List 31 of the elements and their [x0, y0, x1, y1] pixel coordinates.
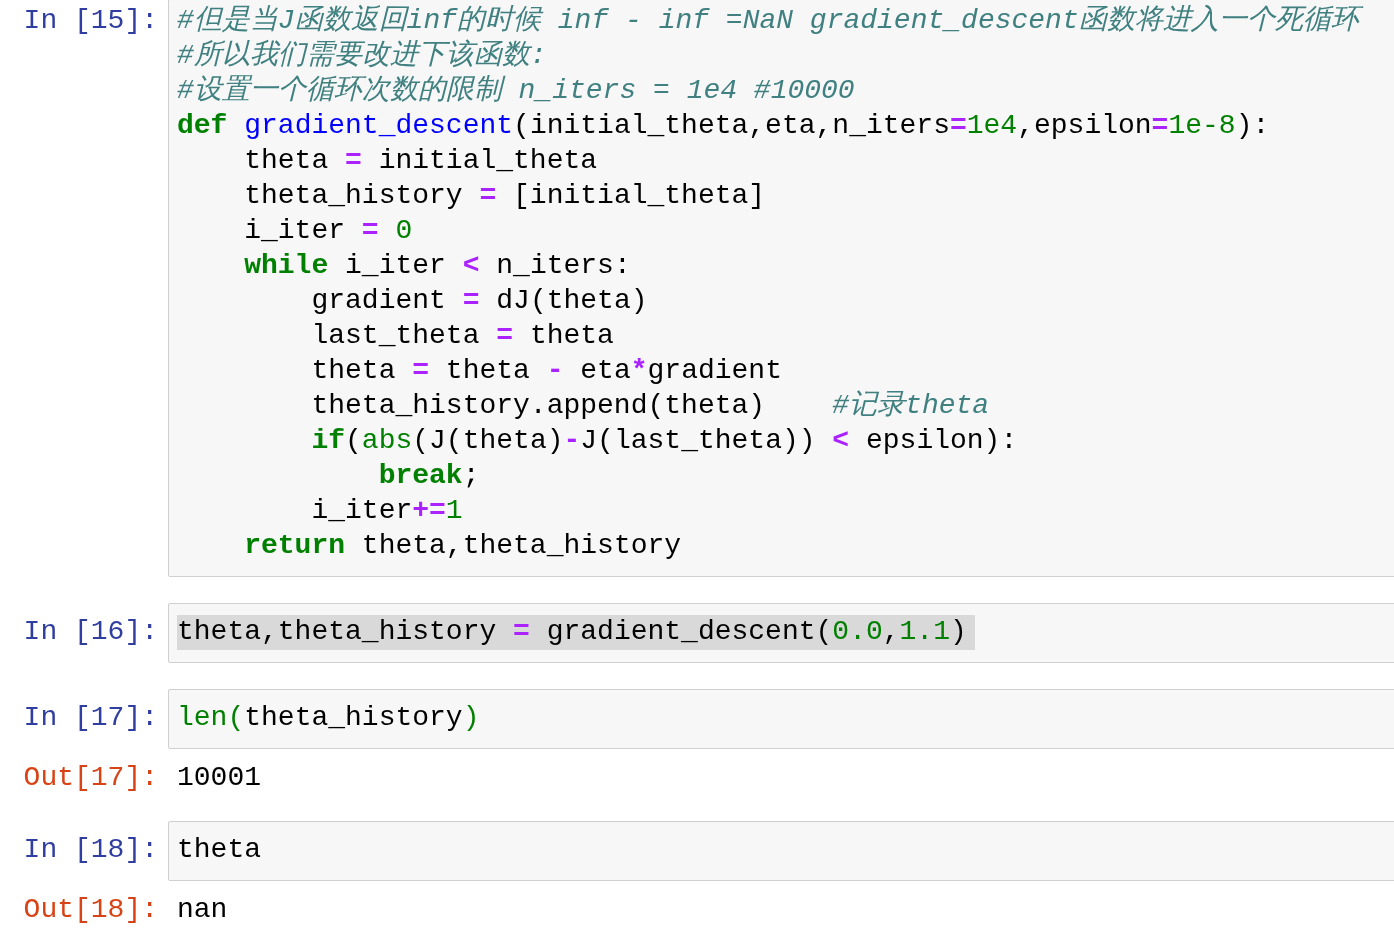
code-line: gradient = dJ(theta) — [310, 284, 649, 318]
code-line: theta_history = [initial_theta] — [243, 179, 767, 213]
input-prompt: In [16]: — [22, 615, 159, 649]
output-text: nan — [176, 893, 228, 927]
code-line: theta_history.append(theta) #记录theta — [310, 389, 991, 423]
code-line: last_theta = theta — [310, 319, 615, 353]
code-line: #设置一个循环次数的限制 n_iters = 1e4 #10000 — [177, 74, 856, 108]
code-line: theta,theta_history = gradient_descent(0.0,1.1) — [177, 615, 968, 649]
output-prompt: Out[18]: — [22, 893, 159, 927]
code-line: return theta,theta_history — [243, 529, 683, 563]
input-prompt: In [17]: — [22, 701, 159, 735]
code-line: break; — [377, 459, 481, 493]
code-cell[interactable]: theta — [168, 821, 1394, 881]
code-line: #但是当J函数返回inf的时候 inf - inf =NaN gradient_descent函数将进入一个死循环 — [177, 4, 1367, 39]
code-cell[interactable]: len(theta_history) — [168, 689, 1394, 749]
code-line: i_iter = 0 — [243, 214, 414, 248]
code-line: theta — [177, 833, 262, 867]
code-line: len(theta_history) — [177, 701, 481, 735]
code-line: if(abs(J(theta)-J(last_theta)) < epsilon): — [310, 424, 1019, 458]
code-line: def gradient_descent(initial_theta,eta,n_iters=1e4,epsilon=1e-8): — [177, 109, 1271, 143]
output-text: 10001 — [176, 761, 261, 795]
code-line: while i_iter < n_iters: — [243, 249, 632, 283]
output-prompt: Out[17]: — [22, 761, 159, 795]
code-cell[interactable]: theta,theta_history = gradient_descent(0.0,1.1) — [168, 603, 1394, 663]
code-line: i_iter+=1 — [310, 494, 464, 528]
code-line: #所以我们需要改进下该函数: — [177, 39, 548, 73]
code-line: theta = initial_theta — [243, 144, 599, 178]
input-prompt: In [18]: — [22, 833, 159, 867]
input-prompt: In [15]: — [22, 4, 159, 38]
code-cell[interactable] — [168, 0, 1394, 577]
code-line: theta = theta - eta*gradient — [310, 354, 783, 388]
